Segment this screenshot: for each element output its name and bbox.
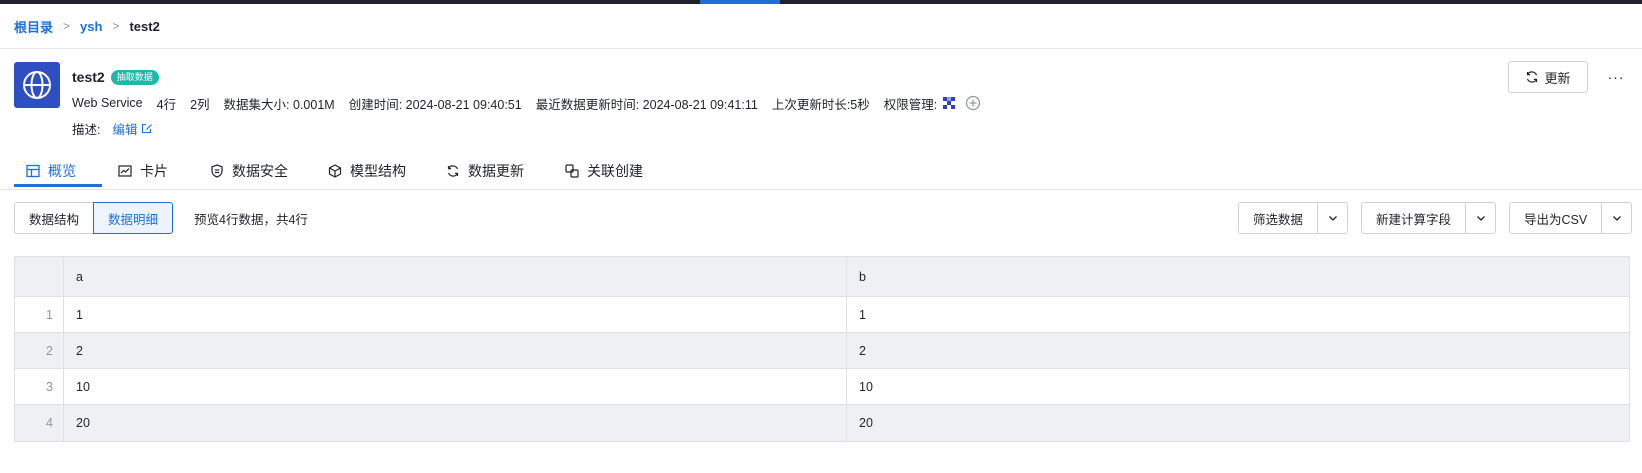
- top-bar: [0, 0, 1642, 4]
- meta-created: 创建时间: 2024-08-21 09:40:51: [348, 97, 522, 112]
- header-divider: [0, 48, 1642, 49]
- description-row: 描述: 编辑: [72, 119, 153, 137]
- breadcrumb: 根目录 > ysh > test2: [14, 17, 160, 35]
- meta-duration: 上次更新时长:5秒: [771, 97, 870, 112]
- table-row: 1 1 1: [15, 297, 1629, 333]
- tab-label: 卡片: [140, 163, 168, 179]
- breadcrumb-folder[interactable]: ysh: [80, 19, 102, 34]
- calc-field-split-button: 新建计算字段: [1361, 202, 1497, 234]
- breadcrumb-separator: >: [112, 19, 120, 33]
- description-label: 描述:: [72, 122, 101, 137]
- row-index-header: [15, 257, 64, 296]
- table-row: 4 20 20: [15, 405, 1629, 441]
- table-cell: 2: [64, 333, 847, 368]
- active-tab-indicator: [14, 184, 102, 187]
- data-structure-toggle[interactable]: 数据结构: [14, 202, 94, 234]
- export-dropdown[interactable]: [1602, 202, 1633, 234]
- table-cell: 20: [64, 405, 847, 441]
- filter-data-button[interactable]: 筛选数据: [1238, 202, 1319, 234]
- tab-data-security[interactable]: 数据安全: [210, 152, 288, 190]
- row-index: 3: [15, 369, 64, 404]
- globe-icon: [14, 62, 60, 108]
- table-cell: 2: [859, 343, 866, 358]
- chevron-down-icon: [1476, 216, 1485, 221]
- row-index: 4: [15, 405, 64, 441]
- tab-data-update[interactable]: 数据更新: [446, 152, 524, 190]
- extract-badge: 抽取数据: [110, 69, 159, 85]
- preview-summary: 预览4行数据，共4行: [194, 213, 308, 227]
- column-header-b[interactable]: b: [847, 257, 1629, 296]
- tab-label: 数据更新: [468, 163, 524, 179]
- table-row: 3 10 10: [15, 369, 1629, 405]
- tab-label: 概览: [48, 163, 76, 179]
- meta-rows: 4行: [156, 97, 177, 112]
- dataset-meta: Web Service 4行 2列 数据集大小: 0.001M 创建时间: 20…: [72, 94, 981, 112]
- cube-icon: [328, 164, 342, 178]
- dataset-title-row: test2 抽取数据: [72, 68, 159, 86]
- meta-size: 数据集大小: 0.001M: [223, 97, 335, 112]
- breadcrumb-current: test2: [129, 18, 160, 34]
- dataset-title: test2: [72, 69, 105, 85]
- data-detail-toggle[interactable]: 数据明细: [93, 202, 174, 234]
- edit-label: 编辑: [112, 122, 138, 137]
- table-cell: 1: [859, 307, 866, 322]
- chevron-down-icon: [1328, 216, 1337, 221]
- avatar[interactable]: [941, 95, 958, 111]
- meta-type: Web Service: [72, 96, 143, 110]
- tab-bar: 概览 卡片 数据安全 模型结构 数据更新 关联创建: [0, 152, 1642, 190]
- export-csv-button[interactable]: 导出为CSV: [1509, 202, 1603, 234]
- tab-label: 模型结构: [350, 163, 406, 179]
- tab-card[interactable]: 卡片: [118, 152, 168, 190]
- table-row: 2 2 2: [15, 333, 1629, 369]
- table-cell: 20: [859, 416, 873, 430]
- row-index: 2: [15, 333, 64, 368]
- filter-data-split-button: 筛选数据: [1238, 202, 1349, 234]
- meta-cols: 2列: [190, 97, 210, 112]
- top-bar-accent: [700, 0, 780, 4]
- meta-permission: 权限管理:: [883, 97, 938, 112]
- export-split-button: 导出为CSV: [1509, 202, 1633, 234]
- row-index: 1: [15, 297, 64, 332]
- view-toggle: 数据结构 数据明细: [14, 202, 174, 234]
- shield-icon: [211, 164, 223, 178]
- calc-field-dropdown[interactable]: [1466, 202, 1497, 234]
- meta-updated: 最近数据更新时间: 2024-08-21 09:41:11: [535, 97, 758, 112]
- table-cell: 10: [64, 369, 847, 404]
- tab-related-creation[interactable]: 关联创建: [565, 152, 643, 190]
- table-cell: 1: [64, 297, 847, 332]
- link-icon: [565, 164, 579, 178]
- chevron-down-icon: [1612, 216, 1621, 221]
- refresh-icon: [447, 165, 459, 177]
- edit-description-link[interactable]: 编辑: [112, 119, 152, 138]
- chart-card-icon: [118, 165, 132, 177]
- table-cell: 10: [859, 379, 873, 394]
- column-header-a[interactable]: a: [64, 257, 847, 296]
- filter-data-dropdown[interactable]: [1318, 202, 1349, 234]
- refresh-icon: [1527, 71, 1538, 83]
- new-calc-field-button[interactable]: 新建计算字段: [1361, 202, 1467, 234]
- edit-icon: [141, 123, 152, 133]
- add-permission-icon[interactable]: [965, 95, 981, 111]
- tab-model-structure[interactable]: 模型结构: [328, 152, 406, 190]
- table-icon: [26, 164, 40, 178]
- breadcrumb-separator: >: [63, 19, 71, 33]
- breadcrumb-root[interactable]: 根目录: [14, 17, 53, 36]
- tab-label: 数据安全: [232, 163, 288, 179]
- tab-label: 关联创建: [587, 163, 643, 179]
- more-options-button[interactable]: ···: [1604, 66, 1628, 88]
- refresh-button[interactable]: 更新: [1508, 61, 1588, 93]
- table-header-row: a b: [15, 257, 1629, 297]
- refresh-label: 更新: [1544, 70, 1571, 86]
- data-table: a b 1 1 1 2 2 2 3 10 10 4 20 20: [14, 256, 1630, 442]
